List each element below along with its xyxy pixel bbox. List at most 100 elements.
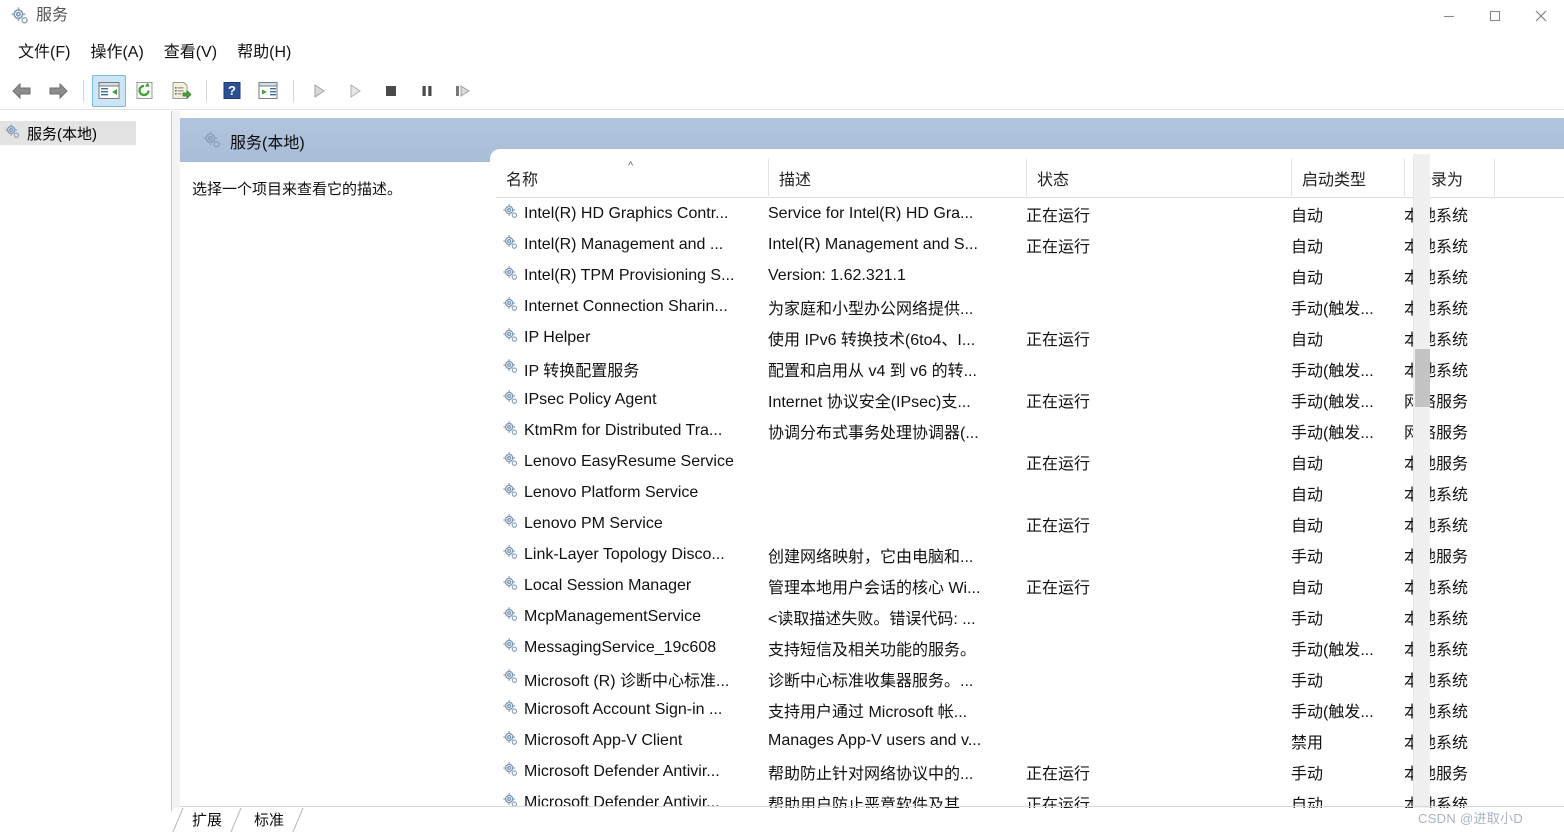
tree-item-services-local[interactable]: 服务(本地): [0, 121, 136, 145]
table-row[interactable]: Lenovo EasyResume Service 正在运行 自动 本地服务: [496, 446, 1564, 477]
table-row[interactable]: Intel(R) TPM Provisioning S... Version: 1…: [496, 260, 1564, 291]
services-gear-icon: [502, 637, 519, 659]
table-row[interactable]: Intel(R) HD Graphics Contr... Service for…: [496, 198, 1564, 229]
cell-startup: 手动: [1291, 548, 1324, 566]
console-tree-pane: 服务(本地): [0, 111, 172, 811]
scrollbar-thumb[interactable]: [1415, 349, 1430, 407]
table-row[interactable]: IPsec Policy Agent Internet 协议安全(IPsec)支.…: [496, 384, 1564, 415]
service-name-label: IP Helper: [524, 328, 591, 346]
cell-status: [1026, 415, 1291, 446]
tree-item-label: 服务(本地): [27, 125, 97, 143]
minimize-button[interactable]: [1426, 0, 1472, 32]
cell-name: IP 转换配置服务: [496, 353, 768, 384]
start-service-icon[interactable]: [302, 75, 336, 107]
tab-extended[interactable]: 扩展: [182, 810, 232, 832]
resume-service-icon[interactable]: [338, 75, 372, 107]
sort-ascending-icon: ^: [628, 160, 634, 172]
cell-status: 正在运行: [1026, 331, 1091, 349]
maximize-button[interactable]: [1472, 0, 1518, 32]
services-gear-icon: [502, 761, 519, 783]
services-gear-icon: [502, 296, 519, 318]
table-row[interactable]: MessagingService_19c608 支持短信及相关功能的服务。 手动(触…: [496, 632, 1564, 663]
cell-startup: 手动: [1291, 765, 1324, 783]
column-header-status[interactable]: 状态: [1026, 159, 1291, 196]
table-row[interactable]: Link-Layer Topology Disco... 创建网络映射，它由电脑和…: [496, 539, 1564, 570]
column-header-description[interactable]: 描述: [768, 159, 1026, 196]
tab-standard[interactable]: 标准: [244, 810, 294, 832]
table-row[interactable]: Intel(R) Management and ... Intel(R) Mana…: [496, 229, 1564, 260]
cell-startup: 手动(触发...: [1291, 641, 1374, 659]
table-row[interactable]: Local Session Manager 管理本地用户会话的核心 Wi... 正在…: [496, 570, 1564, 601]
table-row[interactable]: Microsoft Account Sign-in ... 支持用户通过 Micr…: [496, 694, 1564, 725]
cell-desc: 协调分布式事务处理协调器(...: [768, 424, 979, 442]
service-name-label: IPsec Policy Agent: [524, 390, 657, 408]
vertical-scrollbar[interactable]: [1413, 154, 1430, 809]
table-row[interactable]: IP Helper 使用 IPv6 转换技术(6to4、I... 正在运行 自动 本地系…: [496, 322, 1564, 353]
cell-desc: Manages App-V users and v...: [768, 731, 982, 749]
services-gear-icon: [502, 482, 519, 504]
stop-service-icon[interactable]: [374, 75, 408, 107]
services-gear-icon: [502, 513, 519, 535]
services-gear-icon: [502, 451, 519, 473]
table-row[interactable]: McpManagementService <读取描述失败。错误代码: ... 手动本…: [496, 601, 1564, 632]
service-name-label: Link-Layer Topology Disco...: [524, 545, 725, 563]
refresh-icon[interactable]: [128, 75, 162, 107]
cell-status: [1026, 632, 1291, 663]
show-hide-tree-icon[interactable]: [92, 74, 126, 107]
table-row[interactable]: Microsoft (R) 诊断中心标准... 诊断中心标准收集器服务。... 手动…: [496, 663, 1564, 694]
table-row[interactable]: KtmRm for Distributed Tra... 协调分布式事务处理协调器…: [496, 415, 1564, 446]
table-row[interactable]: Lenovo PM Service 正在运行 自动 本地系统: [496, 508, 1564, 539]
cell-name: Lenovo EasyResume Service: [496, 446, 768, 477]
cell-startup: 手动(触发...: [1291, 300, 1374, 318]
back-icon[interactable]: [5, 75, 39, 107]
menu-help[interactable]: 帮助(H): [227, 39, 301, 67]
table-row[interactable]: Microsoft Defender Antivir... 帮助防止针对网络协议中…: [496, 756, 1564, 787]
cell-name: Microsoft Account Sign-in ...: [496, 694, 768, 725]
list-header-row: 名称 ^ 描述 状态 启动类型 登录为: [496, 159, 1564, 198]
cell-status: 正在运行: [1026, 579, 1091, 597]
cell-desc: [768, 477, 1026, 508]
pane-splitter[interactable]: [172, 111, 180, 811]
cell-desc: 支持用户通过 Microsoft 帐...: [768, 703, 968, 721]
table-row[interactable]: Lenovo Platform Service 自动 本地系统: [496, 477, 1564, 508]
services-gear-icon: [502, 389, 519, 411]
table-row[interactable]: IP 转换配置服务 配置和启用从 v4 到 v6 的转... 手动(触发... 本地系…: [496, 353, 1564, 384]
cell-startup: 自动: [1291, 517, 1324, 535]
cell-status: 正在运行: [1026, 455, 1091, 473]
restart-service-icon[interactable]: [446, 75, 480, 107]
cell-name: Microsoft (R) 诊断中心标准...: [496, 663, 768, 694]
cell-status: [1026, 725, 1291, 756]
menu-action[interactable]: 操作(A): [80, 39, 153, 67]
service-name-label: Microsoft App-V Client: [524, 731, 683, 749]
close-button[interactable]: [1518, 0, 1564, 32]
cell-desc: 管理本地用户会话的核心 Wi...: [768, 579, 981, 597]
column-header-name[interactable]: 名称 ^: [496, 159, 768, 196]
properties-icon[interactable]: [251, 75, 285, 107]
cell-name: KtmRm for Distributed Tra...: [496, 415, 768, 446]
svg-text:?: ?: [228, 83, 236, 98]
column-header-spacer[interactable]: [1494, 159, 1564, 196]
cell-startup: 自动: [1291, 455, 1324, 473]
watermark: CSDN @进取小D: [1418, 811, 1524, 826]
cell-startup: 手动(触发...: [1291, 424, 1374, 442]
table-row[interactable]: Internet Connection Sharin... 为家庭和小型办公网络提…: [496, 291, 1564, 322]
forward-icon[interactable]: [41, 75, 75, 107]
service-name-label: Intel(R) Management and ...: [524, 235, 724, 253]
export-list-icon[interactable]: [164, 75, 198, 107]
menu-view[interactable]: 查看(V): [154, 39, 227, 67]
pause-service-icon[interactable]: [410, 75, 444, 107]
service-name-label: Intel(R) HD Graphics Contr...: [524, 204, 729, 222]
table-row[interactable]: Microsoft App-V Client Manages App-V user…: [496, 725, 1564, 756]
service-name-label: Internet Connection Sharin...: [524, 297, 728, 315]
cell-status: 正在运行: [1026, 517, 1091, 535]
cell-name: Internet Connection Sharin...: [496, 291, 768, 322]
toolbar-separator: [293, 79, 294, 102]
cell-desc: 使用 IPv6 转换技术(6to4、I...: [768, 331, 976, 349]
service-name-label: Microsoft (R) 诊断中心标准...: [524, 672, 730, 690]
column-header-startup-type[interactable]: 启动类型: [1291, 159, 1404, 196]
cell-status: [1026, 353, 1291, 384]
help-icon[interactable]: ?: [215, 75, 249, 107]
cell-desc: <读取描述失败。错误代码: ...: [768, 610, 976, 628]
menu-file[interactable]: 文件(F): [8, 39, 80, 67]
pane-header-title: 服务(本地): [230, 135, 305, 152]
